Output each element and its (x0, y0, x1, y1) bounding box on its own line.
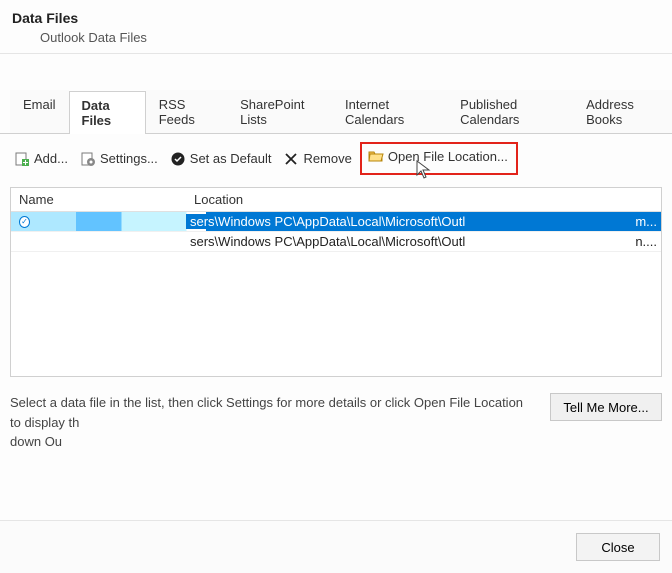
tab-sharepoint-lists[interactable]: SharePoint Lists (227, 90, 332, 133)
row-name-cell: ✓ (11, 216, 186, 228)
tab-email[interactable]: Email (10, 90, 69, 133)
toolbar: Add... Settings... Set as Default Remove… (0, 134, 672, 183)
remove-icon (283, 151, 299, 167)
open-file-location-label: Open File Location... (388, 149, 508, 164)
set-default-button[interactable]: Set as Default (166, 149, 276, 169)
add-file-icon (14, 151, 30, 167)
page-subtitle: Outlook Data Files (40, 30, 660, 45)
set-default-label: Set as Default (190, 151, 272, 166)
location-suffix: m... (631, 214, 657, 229)
tell-me-more-button[interactable]: Tell Me More... (550, 393, 662, 421)
location-text: sers\Windows PC\AppData\Local\Microsoft\… (190, 234, 475, 249)
check-circle-icon (170, 151, 186, 167)
close-button[interactable]: Close (576, 533, 660, 561)
data-file-row[interactable]: sers\Windows PC\AppData\Local\Microsoft\… (11, 232, 661, 252)
header-panel: Data Files Outlook Data Files (0, 0, 672, 54)
tab-strip: Email Data Files RSS Feeds SharePoint Li… (0, 90, 672, 134)
open-file-location-button[interactable]: Open File Location... (364, 146, 512, 166)
remove-label: Remove (303, 151, 351, 166)
folder-open-icon (368, 148, 384, 164)
row-location-cell: sers\Windows PC\AppData\Local\Microsoft\… (186, 214, 661, 229)
dialog-footer: Close (0, 520, 672, 573)
column-headers: Name Location (11, 188, 661, 212)
data-file-row[interactable]: ✓ sers\Windows PC\AppData\Local\Microsof… (11, 212, 661, 232)
tab-rss-feeds[interactable]: RSS Feeds (146, 90, 227, 133)
location-text: sers\Windows PC\AppData\Local\Microsoft\… (190, 214, 471, 229)
default-check-icon: ✓ (19, 216, 30, 228)
column-location[interactable]: Location (186, 188, 661, 211)
row-location-cell: sers\Windows PC\AppData\Local\Microsoft\… (186, 234, 661, 249)
tab-data-files[interactable]: Data Files (69, 91, 146, 134)
tab-published-calendars[interactable]: Published Calendars (447, 90, 573, 133)
tab-address-books[interactable]: Address Books (573, 90, 672, 133)
location-suffix: n.... (635, 234, 657, 249)
help-text: Select a data file in the list, then cli… (10, 393, 534, 452)
highlight-annotation: Open File Location... (360, 142, 518, 175)
help-area: Select a data file in the list, then cli… (0, 377, 672, 452)
remove-button[interactable]: Remove (279, 149, 355, 169)
tab-internet-calendars[interactable]: Internet Calendars (332, 90, 447, 133)
add-button[interactable]: Add... (10, 149, 72, 169)
column-name[interactable]: Name (11, 188, 186, 211)
settings-icon (80, 151, 96, 167)
page-title: Data Files (12, 10, 660, 26)
data-file-list[interactable]: Name Location ✓ sers\Windows PC\AppData\… (10, 187, 662, 377)
settings-button[interactable]: Settings... (76, 149, 162, 169)
add-label: Add... (34, 151, 68, 166)
settings-label: Settings... (100, 151, 158, 166)
